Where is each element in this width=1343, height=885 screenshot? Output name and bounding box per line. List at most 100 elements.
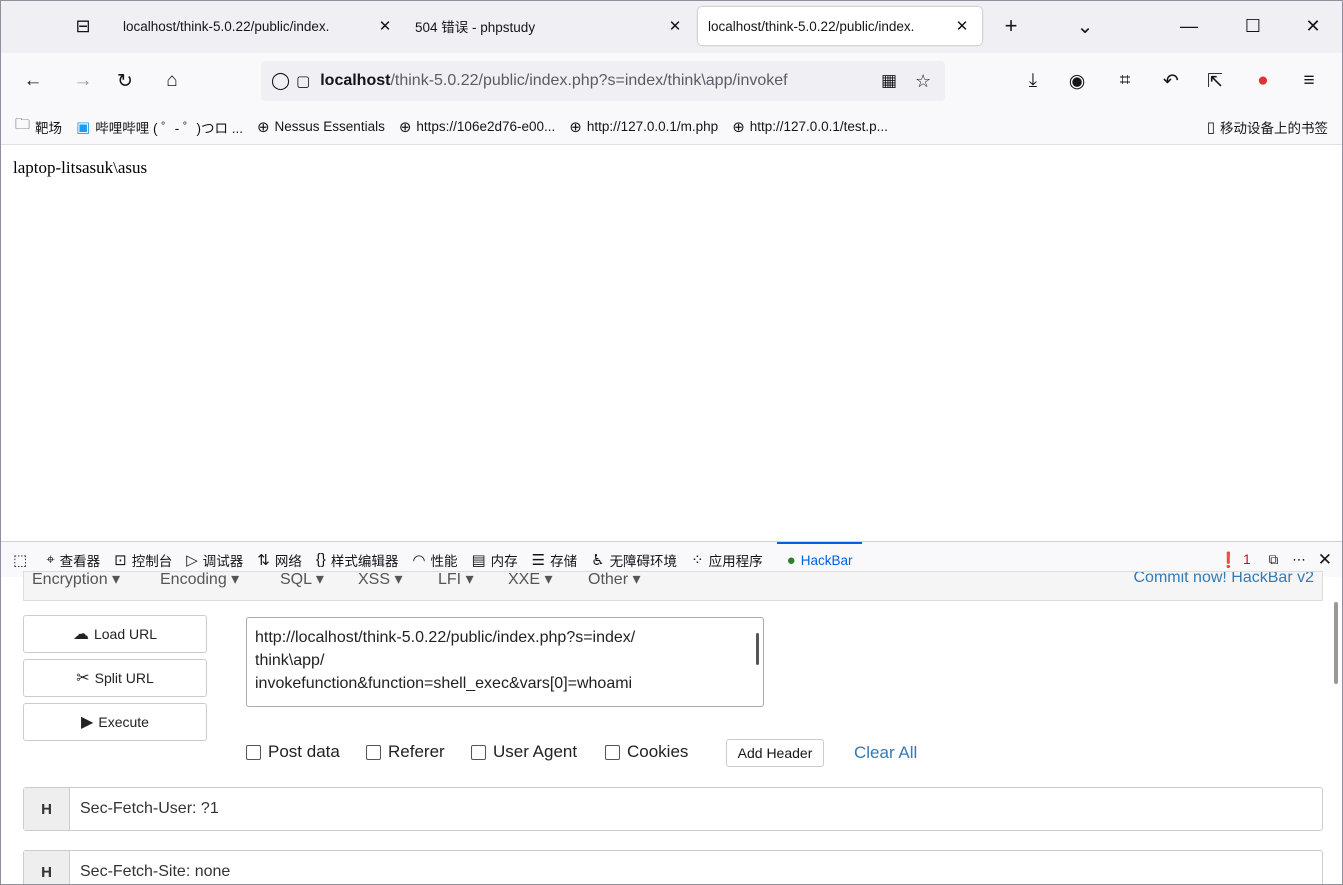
page-content: laptop-litsasuk\asus	[1, 146, 1342, 541]
menu-other[interactable]: Other ▾	[588, 572, 641, 589]
tab-2-close-icon[interactable]: ✕	[665, 17, 685, 35]
memory-icon: ▤	[471, 551, 486, 569]
tab-label: 存储	[550, 553, 578, 569]
post-data-checkbox[interactable]: Post data	[246, 742, 340, 762]
shield-icon[interactable]: ◯	[271, 71, 290, 91]
url-path: /think-5.0.22/public/index.php?s=index/t…	[390, 72, 788, 89]
clear-all-link[interactable]: Clear All	[854, 743, 917, 763]
tab-label: 网络	[274, 553, 302, 569]
tab-1-title: localhost/think-5.0.22/public/index.	[123, 18, 330, 34]
bookmarks-toolbar: 🗀 靶场 ▣ 哔哩哔哩 ( ゜- ゜)つロ ... ⊕ Nessus Essentia…	[1, 109, 1342, 145]
bookmark-item[interactable]: ▣ 哔哩哔哩 ( ゜- ゜)つロ ...	[76, 117, 243, 137]
bookmark-folder[interactable]: 🗀 靶场	[15, 114, 62, 139]
bilibili-icon: ▣	[76, 118, 91, 136]
bookmark-label: https://106e2d76-e00...	[416, 119, 556, 134]
cookies-checkbox[interactable]: Cookies	[605, 742, 688, 762]
tab-3-active[interactable]: localhost/think-5.0.22/public/index. ✕	[698, 7, 982, 45]
split-url-button[interactable]: ✂ Split URL	[23, 659, 207, 697]
checkbox-label: Referer	[388, 742, 445, 761]
minimize-button[interactable]: —	[1169, 9, 1209, 43]
header-value[interactable]: Sec-Fetch-Site: none	[70, 863, 230, 881]
tab-1-close-icon[interactable]: ✕	[375, 17, 395, 35]
console-icon: ⊡	[114, 551, 127, 569]
textarea-scrollbar[interactable]	[756, 633, 759, 665]
commit-link[interactable]: Commit now! HackBar v2	[1134, 572, 1315, 587]
menu-icon[interactable]: ≡	[1291, 63, 1327, 99]
close-window-button[interactable]: ✕	[1293, 9, 1333, 43]
load-url-button[interactable]: ☁ Load URL	[23, 615, 207, 653]
add-header-button[interactable]: Add Header	[726, 739, 824, 767]
play-icon: ▶	[81, 714, 94, 731]
undo-icon[interactable]: ↶	[1153, 63, 1189, 99]
referer-checkbox[interactable]: Referer	[366, 742, 445, 762]
checkbox-label: Cookies	[627, 742, 689, 761]
checkbox-box[interactable]	[366, 744, 381, 760]
downloads-icon[interactable]: ⤓	[1015, 63, 1051, 99]
tab-3-close-icon[interactable]: ✕	[952, 17, 972, 35]
checkbox-box[interactable]	[471, 744, 486, 760]
globe-icon: ⊕	[398, 118, 412, 136]
cloud-download-icon: ☁	[72, 626, 89, 643]
bookmark-label: 哔哩哔哩 ( ゜- ゜)つロ ...	[95, 120, 243, 136]
error-count: 1	[1243, 552, 1251, 567]
bookmark-label: http://127.0.0.1/test.p...	[749, 119, 888, 134]
extension-icon[interactable]: ●	[1245, 63, 1281, 99]
mobile-bookmarks[interactable]: ▯ 移动设备上的书签	[1207, 117, 1328, 137]
menu-encoding[interactable]: Encoding ▾	[160, 572, 239, 589]
mobile-bookmarks-label: 移动设备上的书签	[1220, 120, 1328, 136]
menu-lfi[interactable]: LFI ▾	[438, 572, 474, 589]
header-value[interactable]: Sec-Fetch-User: ?1	[70, 800, 219, 818]
execute-button[interactable]: ▶ Execute	[23, 703, 207, 741]
inspector-icon: ⌖	[46, 551, 55, 568]
tab-2[interactable]: 504 错误 - phpstudy ✕	[405, 7, 695, 45]
panel-scrollbar[interactable]	[1334, 602, 1338, 684]
storage-icon: ☰	[531, 551, 546, 569]
bookmark-star-icon[interactable]: ☆	[911, 70, 936, 92]
bookmark-item[interactable]: ⊕ http://127.0.0.1/test.p...	[732, 118, 888, 136]
checkbox-box[interactable]	[605, 744, 620, 760]
tab-label: 查看器	[59, 553, 101, 569]
menu-xxe[interactable]: XXE ▾	[508, 572, 553, 589]
header-tag: H	[24, 788, 70, 830]
crop-icon[interactable]: ⌗	[1107, 63, 1143, 99]
tab-3-title: localhost/think-5.0.22/public/index.	[708, 18, 915, 34]
style-editor-icon: {}	[315, 551, 326, 568]
hackbar-menu: Encryption ▾ Encoding ▾ SQL ▾ XSS ▾ LFI …	[23, 571, 1323, 601]
globe-icon: ⊕	[256, 118, 270, 136]
menu-encryption[interactable]: Encryption ▾	[32, 572, 120, 589]
reload-icon[interactable]: ↻	[107, 63, 143, 99]
page-icon[interactable]: ▢	[296, 72, 310, 90]
forward-icon[interactable]: →	[65, 63, 101, 99]
url-textarea[interactable]: http://localhost/think-5.0.22/public/ind…	[246, 617, 764, 707]
tab-1[interactable]: localhost/think-5.0.22/public/index. ✕	[113, 7, 405, 45]
home-icon[interactable]: ⌂	[154, 63, 190, 99]
bookmark-item[interactable]: ⊕ http://127.0.0.1/m.php	[569, 118, 718, 136]
header-tag: H	[24, 851, 70, 884]
menu-xss[interactable]: XSS ▾	[358, 572, 403, 589]
tab-label: 内存	[490, 553, 518, 569]
menu-sql[interactable]: SQL ▾	[280, 572, 324, 589]
account-icon[interactable]: ◉	[1059, 63, 1095, 99]
header-row[interactable]: H Sec-Fetch-User: ?1	[23, 787, 1323, 831]
firefox-view-icon[interactable]: ⊟	[65, 9, 101, 43]
tab-label: 无障碍环境	[609, 553, 678, 569]
header-row[interactable]: H Sec-Fetch-Site: none	[23, 850, 1323, 884]
accessibility-icon: ♿	[591, 551, 605, 569]
maximize-button[interactable]: ☐	[1233, 9, 1273, 43]
tab-label: 控制台	[131, 553, 173, 569]
checkbox-label: User Agent	[493, 742, 578, 761]
bookmark-item[interactable]: ⊕ https://106e2d76-e00...	[399, 118, 555, 136]
bookmark-label: Nessus Essentials	[274, 119, 385, 134]
bookmark-label: 靶场	[35, 120, 63, 136]
back-icon[interactable]: ←	[15, 63, 51, 99]
url-bar[interactable]: ◯ ▢ localhost/think-5.0.22/public/index.…	[261, 61, 945, 101]
list-tabs-icon[interactable]: ⌄	[1069, 9, 1101, 43]
navigation-bar: ← → ↻ ⌂ ◯ ▢ localhost/think-5.0.22/publi…	[1, 53, 1342, 109]
checkbox-box[interactable]	[246, 744, 261, 760]
qr-code-icon[interactable]: ▦	[877, 71, 902, 91]
new-tab-button[interactable]: +	[995, 9, 1027, 43]
tab-label: 性能	[430, 553, 458, 569]
share-icon[interactable]: ⇱	[1197, 63, 1233, 99]
user-agent-checkbox[interactable]: User Agent	[471, 742, 577, 762]
bookmark-item[interactable]: ⊕ Nessus Essentials	[257, 118, 385, 136]
